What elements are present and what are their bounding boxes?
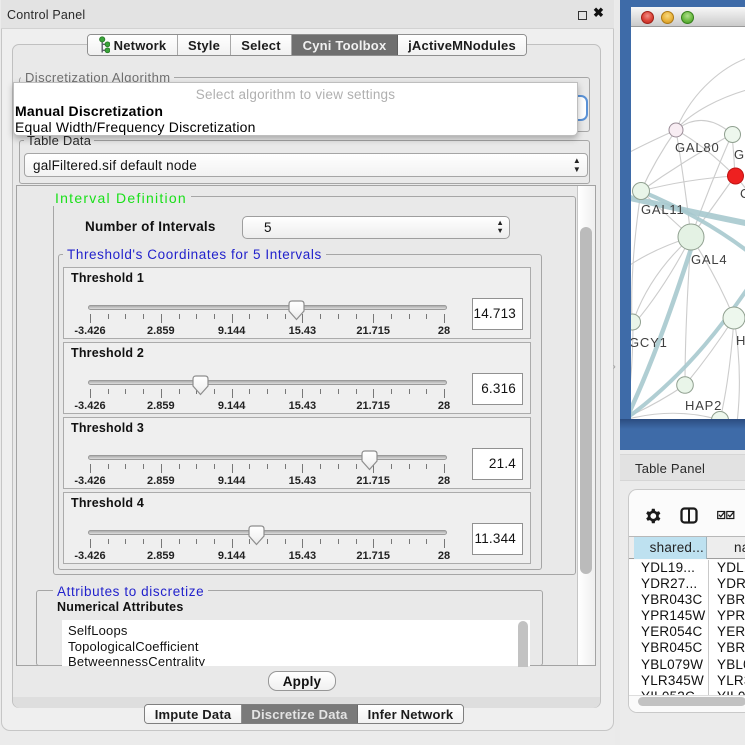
svg-text:C: C — [740, 186, 745, 201]
svg-text:GAL11: GAL11 — [641, 202, 685, 217]
svg-text:HA: HA — [736, 333, 745, 348]
svg-text:GAL4: GAL4 — [691, 252, 727, 267]
svg-text:GA: GA — [734, 147, 745, 162]
svg-text:GAL80: GAL80 — [675, 140, 719, 155]
svg-text:GCY1: GCY1 — [631, 335, 668, 350]
svg-text:HAP2: HAP2 — [685, 398, 722, 413]
